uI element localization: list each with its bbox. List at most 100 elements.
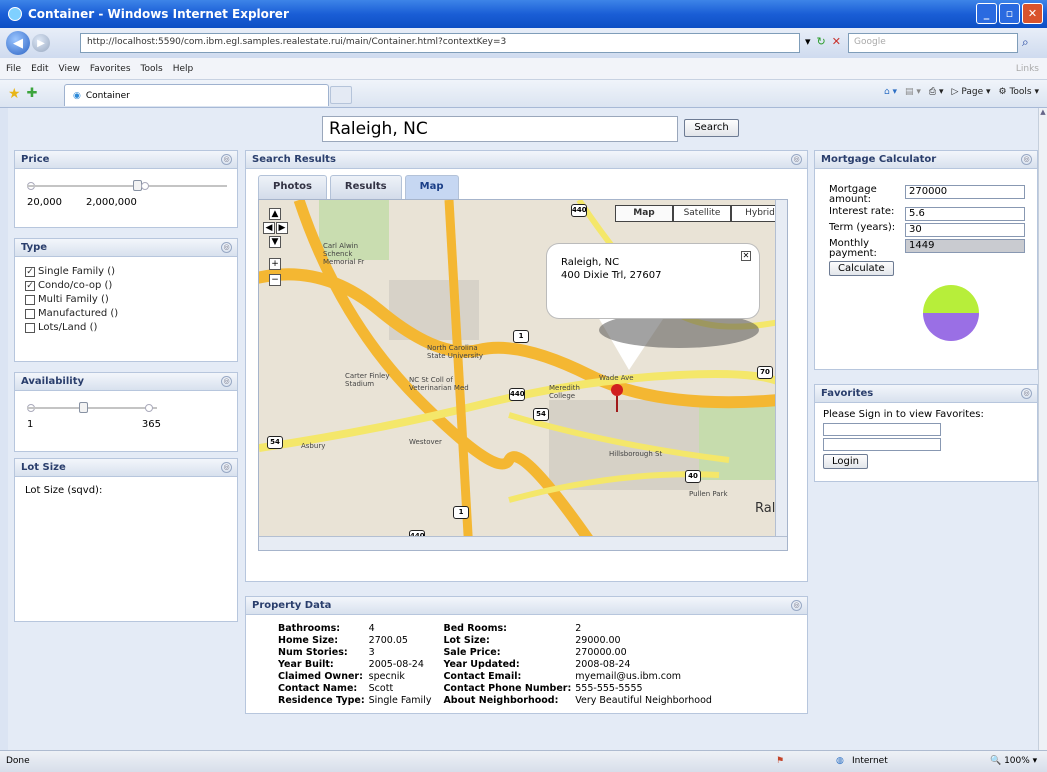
menu-tools[interactable]: Tools [141, 64, 163, 74]
password-input[interactable] [823, 438, 941, 451]
collapse-icon[interactable]: ◎ [221, 462, 232, 473]
pan-right-icon[interactable]: ▶ [276, 222, 288, 234]
property-value: specnik [368, 671, 405, 682]
checkbox[interactable] [25, 308, 35, 319]
links-label[interactable]: Links [1016, 64, 1039, 74]
amount-input[interactable]: 270000 [905, 185, 1025, 199]
menu-file[interactable]: File [6, 64, 21, 74]
minimize-icon[interactable]: _ [976, 3, 997, 24]
map-type-map[interactable]: Map [615, 205, 673, 222]
bubble-close-icon[interactable]: ✕ [741, 251, 751, 261]
tab-container[interactable]: ◉ Container [64, 84, 329, 106]
property-key: Claimed Owner: [278, 671, 363, 682]
availability-slider[interactable] [27, 401, 157, 415]
menu-help[interactable]: Help [173, 64, 194, 74]
globe-icon: ◍ [836, 756, 844, 766]
search-icon[interactable]: ⌕ [1022, 35, 1029, 50]
back-button[interactable]: ◀ [6, 31, 30, 55]
rate-input[interactable]: 5.6 [905, 207, 1025, 221]
collapse-icon[interactable]: ◎ [1021, 154, 1032, 165]
zoom-out-icon[interactable]: − [269, 274, 281, 286]
tab-results[interactable]: Results [329, 175, 402, 199]
map-type-satellite[interactable]: Satellite [673, 205, 731, 222]
new-tab-button[interactable] [330, 86, 352, 104]
stop-icon[interactable]: ✕ [832, 35, 841, 48]
collapse-icon[interactable]: ◎ [221, 242, 232, 253]
maximize-icon[interactable]: ▫ [999, 3, 1020, 24]
price-panel: Price ◎ 20,000 2,000,000 [14, 150, 238, 228]
property-key: Lot Size: [443, 635, 490, 646]
page-icon: ◉ [73, 90, 81, 101]
search-button[interactable]: Search [684, 119, 739, 137]
collapse-icon[interactable]: ◎ [791, 600, 802, 611]
property-key: About Neighborhood: [443, 695, 559, 706]
payment-pie-chart [923, 285, 979, 341]
feeds-icon[interactable]: ▤ ▾ [905, 87, 921, 97]
type-option[interactable]: ✓ Single Family () [25, 266, 237, 277]
dropdown-icon[interactable]: ▾ [805, 35, 811, 48]
availability-handle[interactable] [79, 402, 88, 413]
add-favorite-icon[interactable]: ✚ [27, 86, 38, 101]
favorites-star-icon[interactable]: ★ [8, 86, 21, 102]
scroll-up-icon[interactable]: ▲ [1039, 108, 1047, 116]
tab-photos[interactable]: Photos [258, 175, 327, 199]
lotsize-title: Lot Size [21, 462, 66, 473]
home-icon[interactable]: ⌂ ▾ [884, 87, 897, 97]
property-value: Very Beautiful Neighborhood [575, 695, 712, 706]
menu-view[interactable]: View [59, 64, 80, 74]
property-row: Claimed Owner: specnik Contact Email: myema… [276, 671, 722, 683]
map-label-memorial: Carl Alwin Schenck Memorial Fr [323, 242, 365, 266]
type-option[interactable]: Lots/Land () [25, 322, 237, 333]
tab-map[interactable]: Map [404, 175, 459, 199]
map-view[interactable]: Map Satellite Hybrid ▲ ◀ ▶ ▼ + − ✕ Ralei… [258, 199, 788, 551]
address-bar[interactable]: http://localhost:5590/com.ibm.egl.sample… [80, 33, 800, 53]
pan-up-icon[interactable]: ▲ [269, 208, 281, 220]
type-option[interactable]: ✓ Condo/co-op () [25, 280, 237, 291]
checkbox[interactable] [25, 322, 35, 333]
type-option[interactable]: Multi Family () [25, 294, 237, 305]
login-button[interactable]: Login [823, 454, 868, 469]
property-value: 29000.00 [575, 635, 621, 646]
menu-edit[interactable]: Edit [31, 64, 48, 74]
calculate-button[interactable]: Calculate [829, 261, 894, 276]
price-slider[interactable] [27, 179, 227, 193]
collapse-icon[interactable]: ◎ [791, 154, 802, 165]
security-icon: ⚑ [776, 756, 785, 766]
zoom-in-icon[interactable]: + [269, 258, 281, 270]
username-input[interactable] [823, 423, 941, 436]
route-shield: 54 [533, 408, 549, 421]
lotsize-label: Lot Size (sqvd): [25, 485, 103, 496]
page-scrollbar[interactable]: ▲ [1038, 108, 1047, 750]
route-shield: 440 [571, 204, 587, 217]
close-icon[interactable]: ✕ [1022, 3, 1043, 24]
collapse-icon[interactable]: ◎ [1021, 388, 1032, 399]
property-key: Year Updated: [443, 659, 520, 670]
location-search-input[interactable]: Raleigh, NC [322, 116, 678, 142]
zoom-level[interactable]: 🔍 100% ▾ [990, 756, 1037, 766]
collapse-icon[interactable]: ◎ [221, 376, 232, 387]
property-value: Single Family [368, 695, 432, 706]
map-label-westover: Westover [409, 438, 442, 446]
map-horizontal-scrollbar[interactable] [259, 536, 787, 550]
checkbox[interactable] [25, 294, 35, 305]
refresh-icon[interactable]: ↻ [817, 35, 826, 48]
property-row: Residence Type: Single Family About Neighb… [276, 695, 722, 707]
pan-left-icon[interactable]: ◀ [263, 222, 275, 234]
type-option[interactable]: Manufactured () [25, 308, 237, 319]
type-option-label: Multi Family () [38, 294, 109, 305]
print-icon[interactable]: ⎙ ▾ [929, 87, 944, 97]
checkbox[interactable]: ✓ [25, 280, 35, 291]
pan-down-icon[interactable]: ▼ [269, 236, 281, 248]
menu-favorites[interactable]: Favorites [90, 64, 131, 74]
map-vertical-scrollbar[interactable] [775, 200, 787, 538]
forward-button[interactable]: ▶ [32, 34, 50, 52]
property-row: Bathrooms: 4 Bed Rooms: 2 [276, 623, 722, 635]
term-input[interactable]: 30 [905, 223, 1025, 237]
property-value: 2005-08-24 [368, 659, 424, 670]
live-search-input[interactable]: Google [848, 33, 1018, 53]
map-info-bubble: ✕ Raleigh, NC 400 Dixie Trl, 27607 [547, 244, 759, 318]
tools-menu[interactable]: ⚙ Tools ▾ [999, 87, 1040, 97]
checkbox[interactable]: ✓ [25, 266, 35, 277]
collapse-icon[interactable]: ◎ [221, 154, 232, 165]
page-menu[interactable]: ▷ Page ▾ [952, 87, 991, 97]
